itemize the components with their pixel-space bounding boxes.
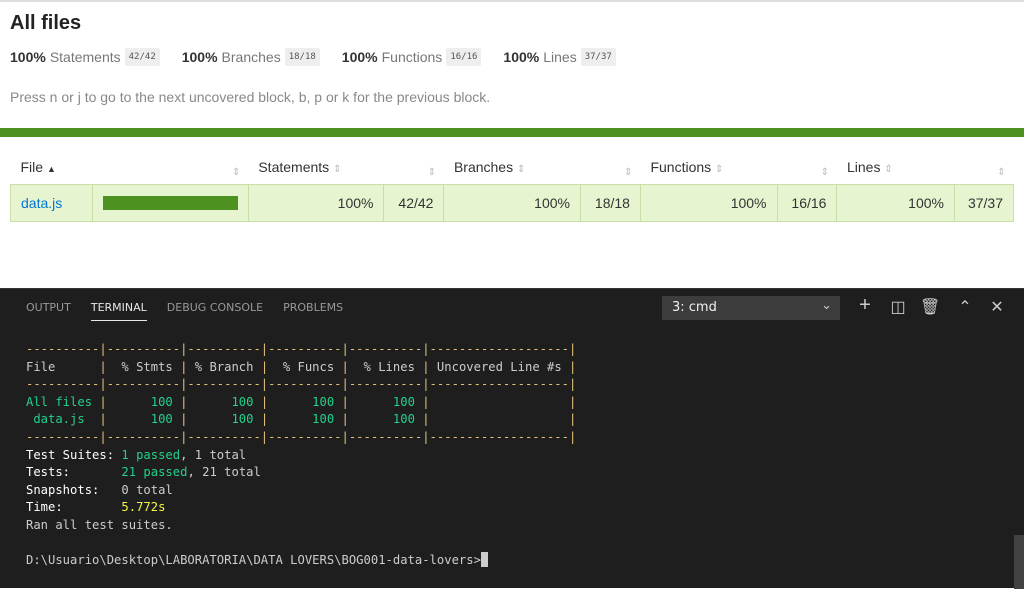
sort-icon: ⇕ — [427, 166, 436, 178]
file-cell: data.js — [10, 183, 93, 222]
pct: 100% — [503, 49, 540, 65]
chevron-down-icon: ⌄ — [821, 298, 832, 313]
fraction-badge: 42/42 — [124, 48, 160, 66]
coverage-bar-cell — [91, 183, 249, 222]
branches-raw: 18/18 — [579, 183, 641, 222]
tab-problems[interactable]: PROBLEMS — [283, 301, 343, 321]
statements-pct: 100% — [247, 183, 385, 222]
fraction-badge: 18/18 — [284, 48, 320, 66]
header-label: Branches — [453, 158, 514, 175]
statements-raw: 42/42 — [383, 183, 445, 222]
coverage-table: File ▲ ⇕ Statements ⇕ ⇕ Branches ⇕ ⇕ Fun… — [10, 150, 1015, 222]
trash-icon[interactable]: 🗑 — [920, 297, 940, 317]
pct: 100% — [10, 49, 46, 65]
label: Lines — [543, 49, 577, 65]
label: Branches — [221, 49, 281, 65]
selected-value: 3: cmd — [672, 300, 717, 315]
scrollbar[interactable] — [1014, 535, 1024, 589]
sort-icon: ⇕ — [333, 163, 342, 175]
close-icon[interactable]: ✕ — [987, 297, 1007, 317]
col-lines[interactable]: Lines ⇕ — [837, 150, 955, 184]
page-title: All files — [10, 12, 82, 34]
cursor — [480, 552, 488, 568]
functions-pct: 100% — [639, 183, 778, 222]
sort-icon: ⇕ — [820, 166, 829, 178]
col-file[interactable]: File ▲ — [11, 150, 93, 184]
lines-pct: 100% — [836, 183, 955, 222]
summary-statements: 100% Statements 42/42 — [10, 48, 160, 66]
terminal-table-header: File | % Stmts | % Branch | % Funcs | % … — [26, 359, 577, 374]
coverage-summary: 100% Statements 42/42 100% Branches 18/18 10… — [10, 48, 638, 66]
lines-raw: 37/37 — [953, 183, 1015, 222]
col-functions-raw[interactable]: ⇕ — [777, 150, 837, 184]
col-statements[interactable]: Statements ⇕ — [248, 150, 384, 184]
terminal-select[interactable]: 3: cmd ⌄ — [662, 296, 840, 320]
plus-icon[interactable]: + — [855, 294, 875, 317]
label: Functions — [381, 49, 443, 65]
col-branches-raw[interactable]: ⇕ — [580, 150, 640, 184]
functions-raw: 16/16 — [776, 183, 838, 222]
col-statements-raw[interactable]: ⇕ — [384, 150, 444, 184]
tab-debug-console[interactable]: DEBUG CONSOLE — [167, 301, 263, 321]
summary-lines: 100% Lines 37/37 — [503, 48, 616, 66]
terminal-panel: OUTPUT TERMINAL DEBUG CONSOLE PROBLEMS 3… — [0, 288, 1024, 589]
header-label: Statements — [258, 158, 330, 175]
tab-terminal[interactable]: TERMINAL — [90, 301, 147, 321]
sort-asc-icon: ▲ — [46, 163, 56, 174]
col-bar[interactable]: ⇕ — [92, 150, 248, 184]
sort-icon: ⇕ — [715, 163, 724, 175]
pct: 100% — [341, 49, 378, 65]
keyboard-hint: Press n or j to go to the next uncovered… — [10, 89, 491, 105]
table-row: data.js 100% 42/42 100% 18/18 100% 16/16… — [10, 183, 1015, 222]
coverage-report: All files 100% Statements 42/42 100% Branch… — [0, 0, 1024, 288]
panel-tabs: OUTPUT TERMINAL DEBUG CONSOLE PROBLEMS — [26, 301, 363, 321]
file-link[interactable]: data.js — [21, 195, 62, 211]
tab-output[interactable]: OUTPUT — [26, 301, 71, 321]
summary-branches: 100% Branches 18/18 — [182, 48, 320, 66]
sort-icon: ⇕ — [231, 166, 241, 178]
header-label: File — [20, 158, 44, 175]
split-icon[interactable]: ◫ — [888, 297, 908, 317]
branches-pct: 100% — [443, 183, 581, 222]
pct: 100% — [181, 49, 218, 65]
sort-icon: ⇕ — [517, 163, 526, 175]
sort-icon: ⇕ — [997, 166, 1006, 178]
col-branches[interactable]: Branches ⇕ — [444, 150, 581, 184]
terminal-table-row: All files | 100 | 100 | 100 | 100 | | — [26, 394, 577, 409]
fraction-badge: 16/16 — [446, 48, 482, 66]
col-functions[interactable]: Functions ⇕ — [640, 150, 777, 184]
header-label: Functions — [650, 158, 712, 175]
sort-icon: ⇕ — [884, 163, 893, 175]
chevron-up-icon[interactable]: ⌃ — [955, 297, 975, 317]
fraction-badge: 37/37 — [580, 48, 616, 66]
summary-functions: 100% Functions 16/16 — [342, 48, 482, 66]
coverage-bar — [102, 195, 238, 210]
col-lines-raw[interactable]: ⇕ — [954, 150, 1013, 184]
label: Statements — [49, 49, 121, 65]
header-label: Lines — [846, 158, 881, 175]
status-bar-green — [0, 128, 1024, 137]
terminal-output[interactable]: ----------|----------|----------|-------… — [26, 341, 576, 570]
terminal-table-row: data.js | 100 | 100 | 100 | 100 | | — [26, 412, 577, 427]
sort-icon: ⇕ — [624, 166, 633, 178]
